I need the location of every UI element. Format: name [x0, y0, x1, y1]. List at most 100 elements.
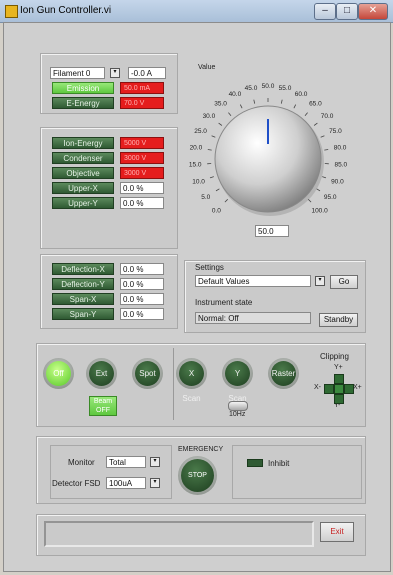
standby-button[interactable]: Standby	[319, 313, 358, 327]
e-energy-button[interactable]: E-Energy	[52, 97, 114, 109]
minimize-button[interactable]: –	[314, 3, 336, 20]
knob-tick-label: 75.0	[329, 128, 342, 135]
knob-tick-label: 55.0	[279, 85, 292, 92]
knob-tick-label: 10.0	[192, 179, 205, 186]
exit-button[interactable]: Exit	[320, 522, 354, 542]
settings-label: Settings	[195, 263, 224, 272]
footer-status-area	[44, 521, 314, 547]
filament-dropdown-icon[interactable]: ▾	[110, 68, 120, 78]
clipping-label: Clipping	[320, 352, 349, 361]
knob-tick-mark	[207, 149, 212, 151]
knob-tick-mark	[211, 135, 216, 138]
knob-tick-mark	[293, 104, 297, 109]
knob-tick-mark	[304, 112, 308, 116]
knob-tick-mark	[215, 188, 220, 192]
close-button[interactable]: ✕	[358, 3, 388, 20]
ion-energy-button[interactable]: Ion-Energy	[52, 137, 114, 149]
span-x-button[interactable]: Span-X	[52, 293, 114, 305]
y-scan-button[interactable]: Y Scan	[225, 361, 250, 403]
knob-tick-mark	[322, 176, 327, 179]
emission-value: 50.0 mA	[120, 82, 164, 94]
monitor-dropdown-icon[interactable]: ▾	[150, 457, 160, 467]
off-button[interactable]: Off	[46, 361, 71, 386]
monitor-group	[50, 445, 172, 499]
knob-tick-label: 50.0	[262, 83, 275, 90]
knob-tick-label: 5.0	[201, 194, 210, 201]
span-x-field[interactable]: 0.0 %	[120, 293, 164, 305]
knob-tick-mark	[228, 112, 232, 116]
filament-current-value: -0.0 A	[128, 67, 166, 79]
knob-tick-label: 60.0	[295, 91, 308, 98]
go-button[interactable]: Go	[330, 275, 358, 289]
inhibit-label: Inhibit	[268, 459, 290, 468]
condenser-value: 3000 V	[120, 152, 164, 164]
knob-tick-label: 90.0	[331, 179, 344, 186]
deflection-x-button[interactable]: Deflection-X	[52, 263, 114, 275]
ion-energy-value: 5000 V	[120, 137, 164, 149]
freq-toggle[interactable]	[228, 401, 248, 411]
span-y-button[interactable]: Span-Y	[52, 308, 114, 320]
instrument-state-value: Normal: Off	[195, 312, 311, 324]
ext-button[interactable]: Ext	[89, 361, 114, 386]
knob-tick-mark	[239, 104, 243, 109]
value-knob[interactable]: 0.05.0 10.0 15.0 20.0 25.0 30.0 35.040.045.0 50…	[183, 52, 373, 252]
clip-x-plus-button[interactable]	[344, 384, 354, 394]
settings-select[interactable]: Default Values	[195, 275, 311, 287]
clip-center-button[interactable]	[334, 384, 344, 394]
upper-y-field[interactable]: 0.0 %	[120, 197, 164, 209]
emission-button[interactable]: Emission	[52, 82, 114, 94]
emergency-stop-button[interactable]: STOP	[181, 459, 214, 492]
freq-label: 10Hz	[229, 411, 246, 418]
knob-tick-label: 95.0	[324, 194, 337, 201]
clip-x-plus-label: X+	[353, 384, 362, 391]
upper-y-button[interactable]: Upper-Y	[52, 197, 114, 209]
clip-y-plus-label: Y+	[334, 364, 343, 371]
deflection-x-field[interactable]: 0.0 %	[120, 263, 164, 275]
objective-value: 3000 V	[120, 167, 164, 179]
monitor-label: Monitor	[68, 458, 95, 467]
clip-x-minus-label: X-	[314, 384, 321, 391]
inhibit-group	[232, 445, 362, 499]
filament-select[interactable]: Filament 0	[50, 67, 105, 79]
settings-dropdown-icon[interactable]: ▾	[315, 276, 325, 286]
knob-tick-mark	[308, 199, 312, 203]
clip-y-minus-button[interactable]	[334, 394, 344, 404]
detector-fsd-select[interactable]: 100uA	[106, 477, 146, 489]
deflection-y-field[interactable]: 0.0 %	[120, 278, 164, 290]
spot-button[interactable]: Spot	[135, 361, 160, 386]
upper-x-button[interactable]: Upper-X	[52, 182, 114, 194]
knob-tick-label: 35.0	[214, 101, 227, 108]
knob-tick-label: 40.0	[229, 91, 242, 98]
knob-tick-mark	[324, 149, 329, 151]
maximize-button[interactable]: □	[336, 3, 358, 20]
knob-tick-mark	[209, 176, 214, 179]
deflection-y-button[interactable]: Deflection-Y	[52, 278, 114, 290]
detector-dropdown-icon[interactable]: ▾	[150, 478, 160, 488]
knob-tick-label: 20.0	[190, 145, 203, 152]
window-title: Ion Gun Controller.vi	[20, 5, 112, 16]
x-scan-button[interactable]: X Scan	[179, 361, 204, 403]
detector-fsd-label: Detector FSD	[52, 479, 101, 488]
span-y-field[interactable]: 0.0 %	[120, 308, 164, 320]
upper-x-field[interactable]: 0.0 %	[120, 182, 164, 194]
inhibit-led	[247, 459, 263, 467]
condenser-button[interactable]: Condenser	[52, 152, 114, 164]
knob-value-field[interactable]: 50.0	[255, 225, 289, 237]
knob-tick-mark	[253, 99, 256, 104]
beam-off-indicator: Beam OFF	[89, 396, 117, 416]
beam-divider	[173, 348, 174, 420]
knob-tick-mark	[280, 99, 283, 104]
labview-icon	[5, 5, 18, 18]
clip-y-plus-button[interactable]	[334, 374, 344, 384]
objective-button[interactable]: Objective	[52, 167, 114, 179]
knob-tick-label: 85.0	[334, 162, 347, 169]
knob-tick-mark	[224, 199, 228, 203]
knob-label: Value	[198, 64, 216, 71]
knob-tick-mark	[218, 122, 223, 126]
raster-button[interactable]: Raster	[271, 361, 296, 386]
knob-tick-label: 0.0	[212, 208, 221, 215]
clip-x-minus-button[interactable]	[324, 384, 334, 394]
knob-tick-label: 65.0	[309, 101, 322, 108]
monitor-select[interactable]: Total	[106, 456, 146, 468]
knob-tick-label: 80.0	[334, 145, 347, 152]
